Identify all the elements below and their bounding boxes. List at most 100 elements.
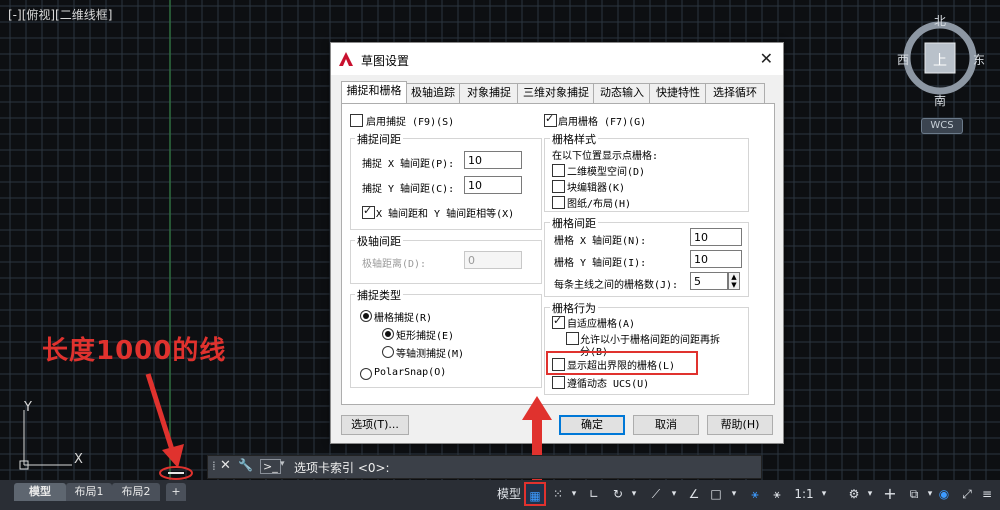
isodraft-icon[interactable]: ⟋: [644, 482, 668, 506]
help-button[interactable]: 帮助(H): [707, 415, 773, 435]
compass-east[interactable]: 东: [973, 51, 985, 68]
polar-distance-input[interactable]: 0: [464, 251, 522, 269]
iso-snap-radio[interactable]: [382, 346, 394, 358]
grid-spacing-title: 栅格间距: [550, 215, 598, 231]
snap-spacing-title: 捕捉间距: [355, 131, 403, 147]
clean-screen-icon[interactable]: ⤢: [958, 482, 976, 506]
prompt-icon[interactable]: >_: [260, 459, 281, 474]
close-icon[interactable]: ✕: [760, 49, 773, 68]
grid-model-label: 二维模型空间(D): [567, 167, 646, 178]
viewcube[interactable]: 北 南 东 西 上: [897, 10, 992, 110]
snap-x-label: 捕捉 X 轴间距(P):: [362, 159, 455, 170]
snap-grid-panel: 启用捕捉 (F9)(S) 捕捉间距 捕捉 X 轴间距(P): 10 捕捉 Y 轴…: [341, 103, 775, 405]
dialog-titlebar[interactable]: 草图设置 ✕: [331, 43, 783, 75]
workspace-chevron-icon[interactable]: ▾: [864, 482, 876, 506]
grid-y-label: 栅格 Y 轴间距(I):: [554, 258, 647, 269]
grid-paper-label: 图纸/布局(H): [567, 199, 632, 210]
viewcube-face-top[interactable]: 上: [933, 50, 947, 70]
adaptive-grid-checkbox[interactable]: [552, 314, 565, 329]
snap-on-checkbox[interactable]: [350, 114, 363, 127]
iso-chevron-icon[interactable]: ▾: [668, 482, 680, 506]
tab-dynamic-input[interactable]: 动态输入: [593, 83, 651, 103]
wrench-icon[interactable]: 🔧: [238, 458, 253, 472]
polar-snap-label: PolarSnap(O): [374, 367, 447, 378]
major-line-label: 每条主线之间的栅格数(J):: [554, 280, 679, 291]
tab-3d-object-snap[interactable]: 三维对象捕捉: [517, 83, 595, 103]
polar-chevron-icon[interactable]: ▾: [628, 482, 640, 506]
grid-block-checkbox[interactable]: [552, 180, 565, 193]
subdivide-checkbox[interactable]: [566, 332, 579, 345]
osnap-chevron-icon[interactable]: ▾: [728, 482, 740, 506]
tab-selection-cycling[interactable]: 选择循环: [705, 83, 765, 103]
major-line-stepper[interactable]: ▲ ▼: [728, 272, 740, 290]
grid-on-label: 启用栅格 (F7)(G): [558, 117, 647, 128]
scale-chevron-icon[interactable]: ▾: [818, 482, 830, 506]
viewport-controls-label[interactable]: [-][俯视][二维线框]: [8, 6, 112, 23]
layout-tab-layout1[interactable]: 布局1: [66, 483, 112, 501]
layout-tab-model[interactable]: 模型: [14, 483, 66, 501]
grid-snap-radio[interactable]: [360, 310, 372, 322]
polar-tracking-icon[interactable]: ↻: [608, 482, 628, 506]
grid-on-checkbox[interactable]: [544, 112, 557, 127]
grid-style-desc: 在以下位置显示点栅格:: [552, 151, 659, 162]
rect-snap-radio[interactable]: [382, 328, 394, 340]
snap-y-input[interactable]: 10: [464, 176, 522, 194]
menu-icon[interactable]: ≡: [978, 482, 996, 506]
grip-icon: ⁞: [212, 459, 216, 473]
add-layout-tab[interactable]: +: [166, 483, 186, 501]
annotation-scale[interactable]: 1:1: [790, 482, 818, 506]
snap-mode-icon[interactable]: ⁙: [548, 482, 568, 506]
gear-icon[interactable]: ⚙: [844, 482, 864, 506]
grid-snap-label: 栅格捕捉(R): [374, 313, 433, 324]
object-snap-icon[interactable]: □: [704, 482, 728, 506]
grid-x-label: 栅格 X 轴间距(N):: [554, 236, 647, 247]
ortho-icon[interactable]: ∟: [584, 482, 604, 506]
tab-polar-tracking[interactable]: 极轴追踪: [405, 83, 461, 103]
hardware-acceleration-icon[interactable]: ◉: [934, 482, 954, 506]
xy-equal-checkbox[interactable]: [362, 204, 375, 219]
plus-icon[interactable]: +: [880, 482, 900, 506]
wcs-menu[interactable]: WCS: [921, 118, 963, 134]
polar-spacing-title: 极轴间距: [355, 233, 403, 249]
tab-object-snap[interactable]: 对象捕捉: [459, 83, 519, 103]
grid-block-label: 块编辑器(K): [567, 183, 626, 194]
major-line-input[interactable]: 5: [690, 272, 728, 290]
highlight-box: [546, 351, 698, 375]
compass-west[interactable]: 西: [897, 51, 909, 68]
autocad-logo-icon: [339, 52, 353, 66]
follow-ucs-checkbox[interactable]: [552, 376, 565, 389]
chevron-down-icon[interactable]: ▾: [280, 459, 285, 469]
snap-x-input[interactable]: 10: [464, 151, 522, 169]
polar-distance-label: 极轴距离(D):: [362, 259, 427, 270]
ok-button[interactable]: 确定: [559, 415, 625, 435]
options-button[interactable]: 选项(T)...: [341, 415, 409, 435]
layout-tab-layout2[interactable]: 布局2: [112, 483, 160, 501]
grid-model-checkbox[interactable]: [552, 164, 565, 177]
tab-snap-grid[interactable]: 捕捉和栅格: [341, 81, 407, 103]
ucs-icon: Y X: [14, 400, 104, 475]
snap-on-label: 启用捕捉 (F9)(S): [366, 117, 455, 128]
dialog-title: 草图设置: [361, 54, 410, 68]
xy-equal-label: X 轴间距和 Y 轴间距相等(X): [376, 209, 515, 220]
auto-scale-icon[interactable]: ⚹: [766, 482, 788, 506]
isolate-chevron-icon[interactable]: ▾: [926, 482, 934, 506]
cancel-button[interactable]: 取消: [633, 415, 699, 435]
tab-quick-properties[interactable]: 快捷特性: [649, 83, 707, 103]
polar-snap-radio[interactable]: [360, 368, 372, 380]
snap-chevron-icon[interactable]: ▾: [568, 482, 580, 506]
ucs-x-label: X: [74, 452, 83, 467]
annotation-visibility-icon[interactable]: ⚹: [744, 482, 766, 506]
grid-paper-checkbox[interactable]: [552, 196, 565, 209]
close-cmd-icon[interactable]: ✕: [220, 458, 231, 473]
compass-south[interactable]: 南: [934, 92, 946, 109]
object-snap-tracking-icon[interactable]: ∠: [684, 482, 704, 506]
compass-north[interactable]: 北: [934, 12, 946, 29]
model-space-button[interactable]: 模型: [494, 482, 524, 506]
grid-display-icon[interactable]: ▦: [524, 482, 546, 506]
rect-snap-label: 矩形捕捉(E): [396, 331, 455, 342]
grid-x-input[interactable]: 10: [690, 228, 742, 246]
grid-y-input[interactable]: 10: [690, 250, 742, 268]
isolate-objects-icon[interactable]: ⧉: [904, 482, 924, 506]
command-line[interactable]: ⁞ ✕ 🔧 >_ ▾ 选项卡索引 <0>:: [207, 455, 762, 479]
annotation-arrow-icon: [145, 373, 193, 480]
